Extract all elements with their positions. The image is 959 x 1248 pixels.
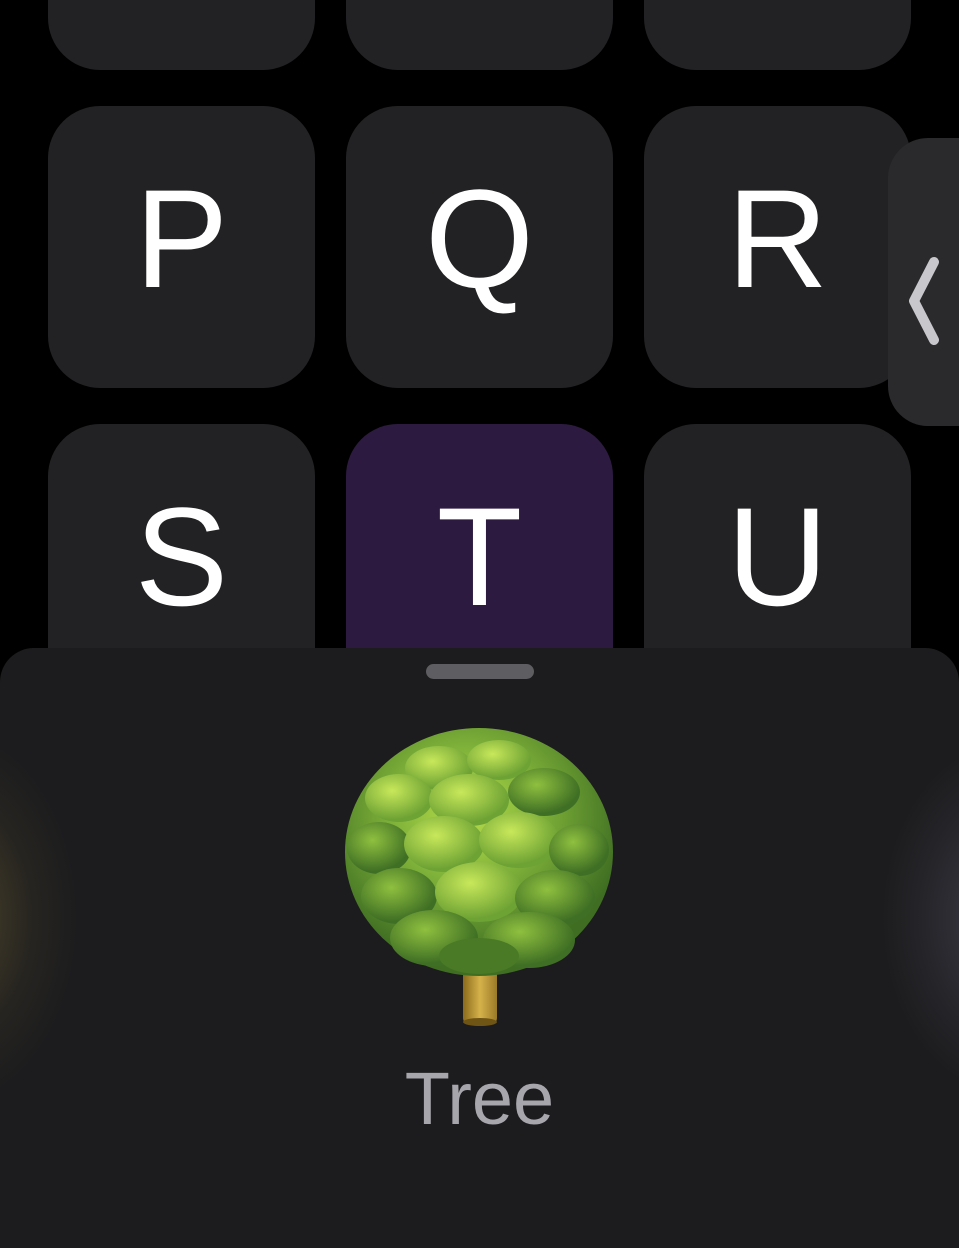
keypad-key-r[interactable]: R — [644, 106, 911, 388]
keypad-key-q[interactable]: Q — [346, 106, 613, 388]
key-label: Q — [425, 160, 534, 317]
key-label: R — [726, 160, 829, 317]
emoji-detail-sheet: Tree — [0, 648, 959, 1248]
key-label: P — [134, 160, 229, 317]
keypad-key-top-right[interactable] — [644, 0, 911, 70]
side-panel-tab[interactable] — [888, 138, 959, 426]
key-label: T — [436, 478, 523, 635]
keypad-key-p[interactable]: P — [48, 106, 315, 388]
key-label: U — [726, 478, 829, 635]
key-label: S — [134, 478, 229, 635]
ambient-glow-left — [0, 728, 80, 1108]
emoji-name-label: Tree — [404, 1057, 555, 1140]
ambient-glow-right — [880, 738, 959, 1098]
deciduous-tree-icon — [345, 728, 613, 1026]
chevron-left-icon — [909, 257, 939, 345]
sheet-grabber-handle[interactable] — [426, 664, 534, 679]
keypad-key-top-middle[interactable] — [346, 0, 613, 70]
keypad-key-top-left[interactable] — [48, 0, 315, 70]
